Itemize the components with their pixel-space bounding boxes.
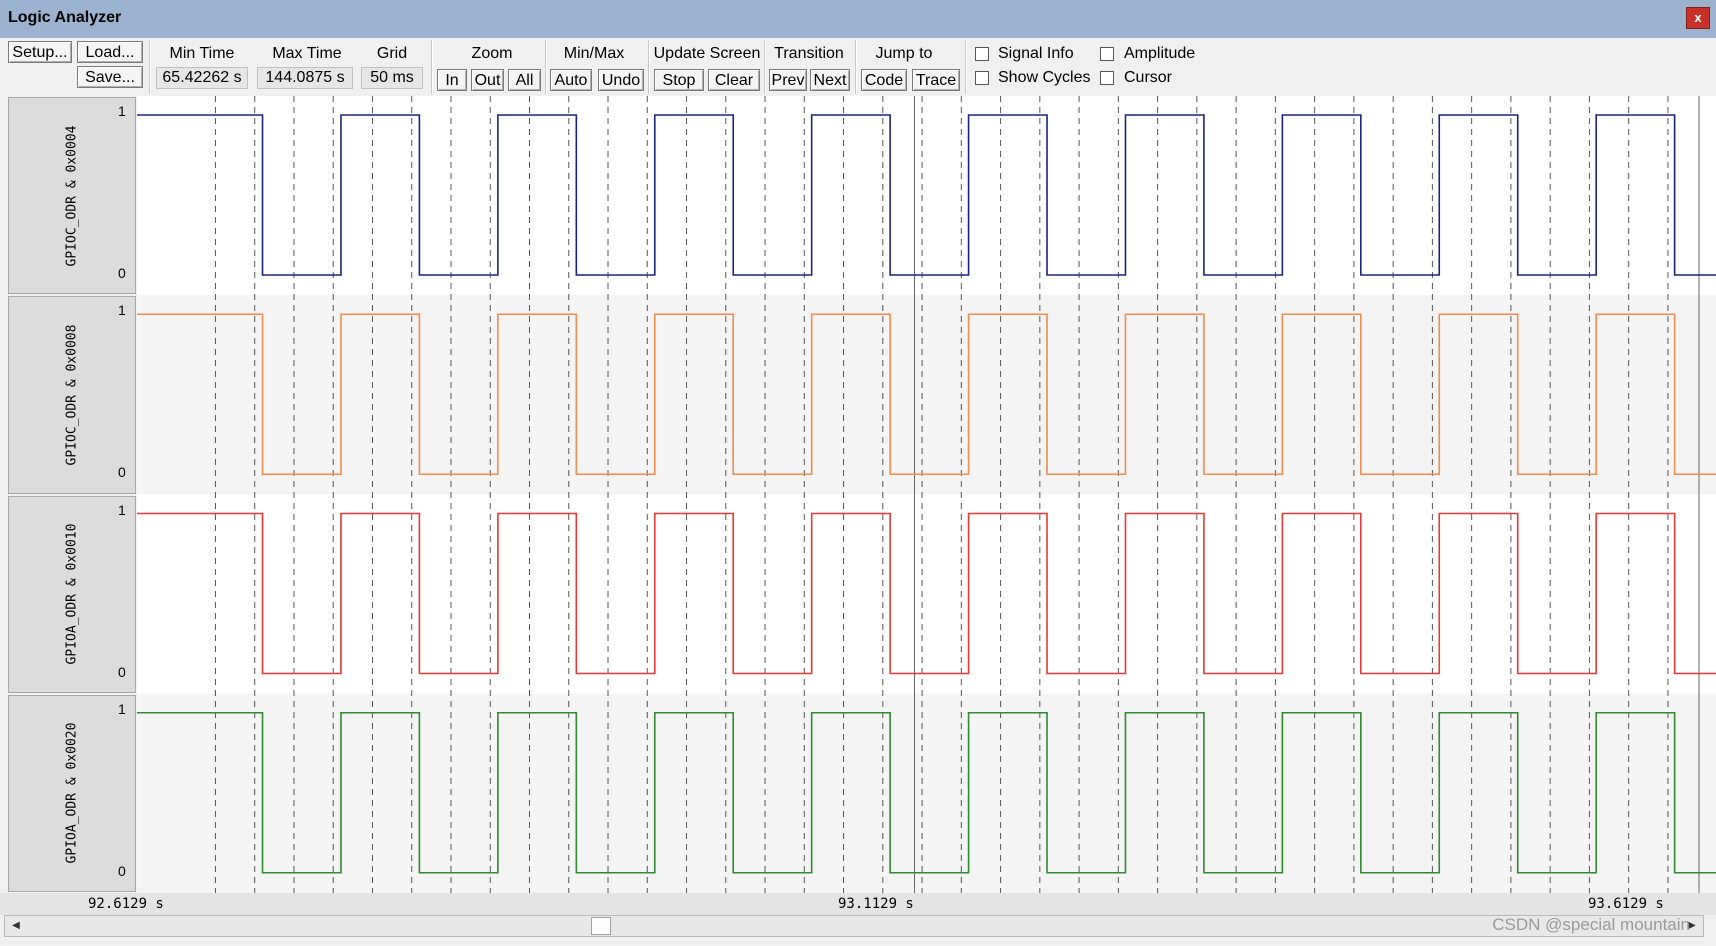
signal-name: GPIOA_ODR & 0x0020 — [64, 722, 80, 864]
level-low-label: 0 — [118, 862, 126, 879]
prev-button[interactable]: Prev — [769, 69, 807, 91]
min-time-label: Min Time — [169, 45, 235, 62]
level-high-label: 1 — [118, 501, 126, 518]
show-cycles-label: Show Cycles — [998, 69, 1091, 86]
lane-background — [137, 96, 1716, 296]
zoom-out-button[interactable]: Out — [471, 69, 504, 91]
lane-background — [137, 295, 1716, 495]
code-button[interactable]: Code — [861, 69, 907, 91]
separator — [545, 40, 547, 94]
signal-label-panel[interactable]: GPIOC_ODR & 0x0008 — [8, 296, 136, 494]
grid-value: 50 ms — [361, 67, 423, 89]
max-time-value: 144.0875 s — [257, 67, 353, 89]
window-title: Logic Analyzer — [8, 9, 122, 26]
toolbar: Setup... Load... Save... Min Time 65.422… — [0, 38, 1716, 96]
min-time-value: 65.42262 s — [156, 67, 248, 89]
zoom-all-button[interactable]: All — [508, 69, 541, 91]
grid-label: Grid — [376, 45, 408, 62]
undo-button[interactable]: Undo — [598, 69, 644, 91]
signal-name: GPIOC_ODR & 0x0008 — [64, 324, 80, 466]
lane-background — [137, 693, 1716, 893]
signal-info-checkbox[interactable] — [975, 47, 989, 61]
amplitude-label: Amplitude — [1124, 45, 1196, 62]
time-label-right: 93.6129 s — [1588, 896, 1664, 912]
level-high-label: 1 — [118, 700, 126, 717]
update-screen-label: Update Screen — [653, 45, 761, 62]
amplitude-checkbox[interactable] — [1100, 47, 1114, 61]
transition-label: Transition — [774, 45, 844, 62]
logic-analyzer-window: Logic Analyzer x Setup... Load... Save..… — [0, 0, 1716, 946]
load-button[interactable]: Load... — [77, 41, 143, 63]
cursor-label: Cursor — [1124, 69, 1173, 86]
level-high-label: 1 — [118, 302, 126, 319]
scroll-thumb[interactable] — [591, 917, 611, 935]
separator — [648, 40, 650, 94]
setup-button[interactable]: Setup... — [8, 41, 72, 63]
auto-button[interactable]: Auto — [550, 69, 592, 91]
trace-button[interactable]: Trace — [912, 69, 960, 91]
time-axis: 92.6129 s 93.1129 s 93.6129 s — [0, 893, 1716, 915]
stop-button[interactable]: Stop — [654, 69, 704, 91]
save-button[interactable]: Save... — [77, 66, 143, 88]
level-low-label: 0 — [118, 663, 126, 680]
zoom-label: Zoom — [471, 45, 513, 62]
watermark: CSDN @special mountain — [1492, 915, 1690, 934]
clear-button[interactable]: Clear — [708, 69, 760, 91]
scroll-left-arrow-icon[interactable]: ◀ — [7, 917, 25, 935]
signal-label-panel[interactable]: GPIOA_ODR & 0x0020 — [8, 694, 136, 892]
next-button[interactable]: Next — [810, 69, 850, 91]
signal-label-panel[interactable]: GPIOA_ODR & 0x0010 — [8, 495, 136, 693]
level-low-label: 0 — [118, 265, 126, 281]
separator — [431, 40, 433, 94]
signal-info-label: Signal Info — [998, 45, 1074, 62]
minmax-label: Min/Max — [563, 45, 625, 62]
level-low-label: 0 — [118, 464, 126, 481]
cursor-checkbox[interactable] — [1100, 71, 1114, 85]
max-time-label: Max Time — [272, 45, 342, 62]
time-label-center: 93.1129 s — [838, 896, 914, 912]
jump-to-label: Jump to — [875, 45, 933, 62]
signal-name: GPIOA_ODR & 0x0010 — [64, 523, 80, 665]
separator — [149, 40, 151, 94]
zoom-in-button[interactable]: In — [437, 69, 467, 91]
separator — [965, 40, 967, 94]
separator — [855, 40, 857, 94]
show-cycles-checkbox[interactable] — [975, 71, 989, 85]
close-button[interactable]: x — [1686, 7, 1710, 29]
signal-name: GPIOC_ODR & 0x0004 — [64, 125, 80, 267]
horizontal-scrollbar[interactable]: ◀ ▶ — [4, 915, 1704, 937]
time-label-left: 92.6129 s — [88, 896, 164, 912]
signal-label-panel[interactable]: GPIOC_ODR & 0x0004 — [8, 97, 136, 295]
title-bar: Logic Analyzer x — [0, 0, 1716, 38]
waveform-canvas[interactable] — [0, 96, 1716, 893]
separator — [764, 40, 766, 94]
lane-background — [137, 494, 1716, 694]
plot-area[interactable]: GPIOC_ODR & 0x0004 1 0 GPIOC_ODR & 0x0008 1 0… — [0, 96, 1716, 893]
level-high-label: 1 — [118, 103, 126, 119]
